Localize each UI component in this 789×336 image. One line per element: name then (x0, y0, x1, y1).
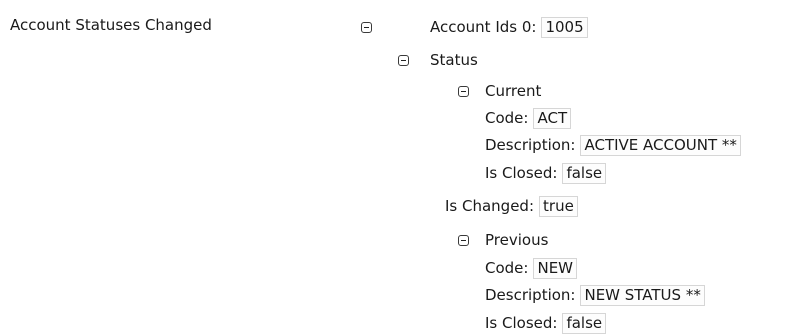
collapse-account-ids-icon[interactable] (361, 22, 372, 33)
current-description-row: Description: ACTIVE ACCOUNT ** (485, 134, 741, 156)
account-ids-label: Account Ids 0: (430, 18, 537, 36)
previous-is-closed-row: Is Closed: false (485, 312, 607, 334)
previous-description-row: Description: NEW STATUS ** (485, 284, 705, 306)
previous-description-label: Description: (485, 286, 576, 304)
collapse-status-icon[interactable] (398, 55, 409, 66)
status-label: Status (430, 51, 478, 69)
current-code-value: ACT (533, 108, 572, 129)
previous-code-value: NEW (533, 258, 577, 279)
current-description-label: Description: (485, 136, 576, 154)
current-description-value: ACTIVE ACCOUNT ** (580, 135, 741, 156)
current-is-closed-row: Is Closed: false (485, 162, 607, 184)
is-changed-row: Is Changed: true (445, 195, 578, 217)
collapse-current-icon[interactable] (458, 86, 469, 97)
account-ids-row: Account Ids 0: 1005 (430, 16, 588, 38)
previous-code-label: Code: (485, 259, 529, 277)
current-code-label: Code: (485, 109, 529, 127)
is-changed-label: Is Changed: (445, 197, 535, 215)
is-changed-value: true (539, 196, 578, 217)
previous-is-closed-value: false (562, 313, 607, 334)
collapse-previous-icon[interactable] (458, 235, 469, 246)
current-is-closed-label: Is Closed: (485, 164, 558, 182)
section-label: Account Statuses Changed (10, 16, 212, 34)
previous-is-closed-label: Is Closed: (485, 314, 558, 332)
account-ids-value: 1005 (541, 17, 588, 38)
current-code-row: Code: ACT (485, 107, 572, 129)
previous-code-row: Code: NEW (485, 257, 577, 279)
current-is-closed-value: false (562, 163, 607, 184)
previous-label: Previous (485, 231, 549, 249)
current-label: Current (485, 82, 542, 100)
previous-description-value: NEW STATUS ** (580, 285, 705, 306)
